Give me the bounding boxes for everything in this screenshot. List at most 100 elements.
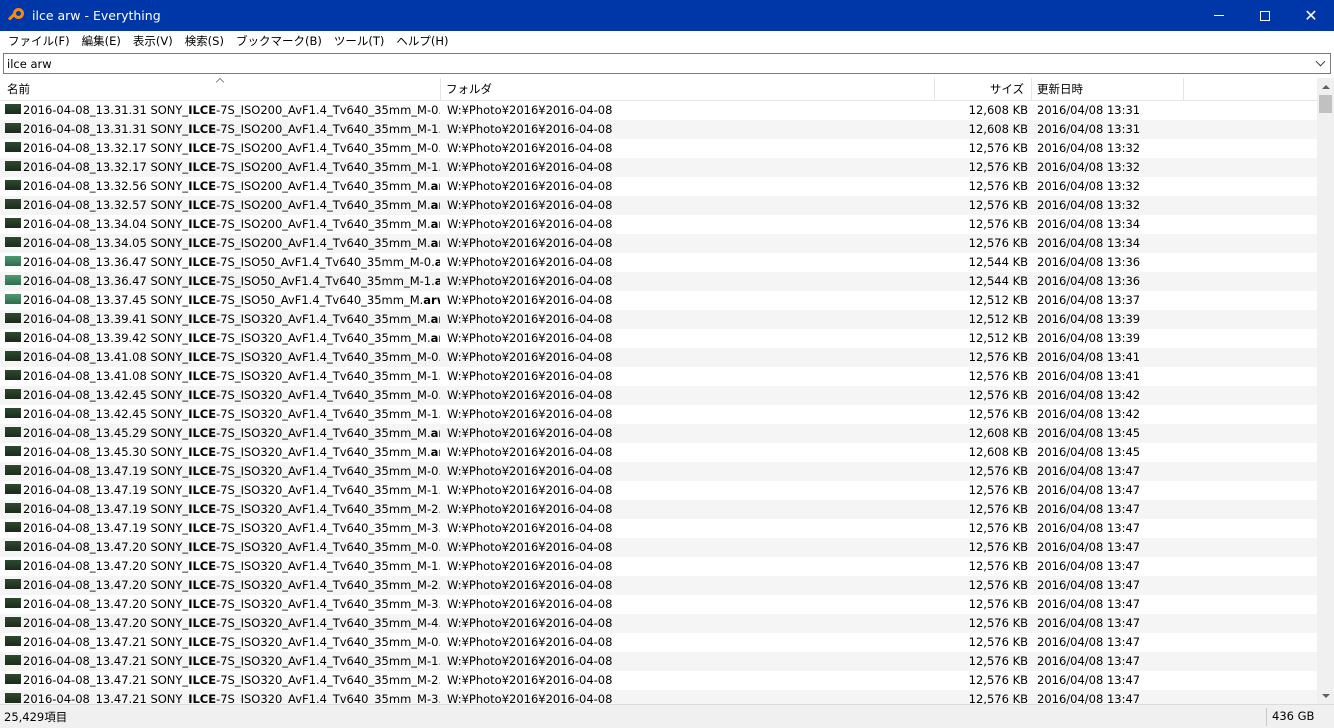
menu-bookmarks[interactable]: ブックマーク(B): [230, 33, 328, 49]
scroll-up-button[interactable]: [1317, 78, 1334, 95]
file-size: 12,576 KB: [968, 559, 1028, 573]
maximize-button[interactable]: [1242, 0, 1288, 31]
column-header-name[interactable]: 名前: [7, 78, 30, 101]
folder-path: W:¥Photo¥2016¥2016-04-08: [447, 160, 613, 174]
table-row[interactable]: 2016-04-08_13.39.42 SONY_ILCE-7S_ISO320_…: [0, 329, 1317, 348]
table-row[interactable]: 2016-04-08_13.47.21 SONY_ILCE-7S_ISO320_…: [0, 652, 1317, 671]
menu-search[interactable]: 検索(S): [179, 33, 230, 49]
folder-path: W:¥Photo¥2016¥2016-04-08: [447, 331, 613, 345]
file-size: 12,576 KB: [968, 502, 1028, 516]
search-input[interactable]: [4, 54, 1304, 73]
table-row[interactable]: 2016-04-08_13.36.47 SONY_ILCE-7S_ISO50_A…: [0, 253, 1317, 272]
table-row[interactable]: 2016-04-08_13.45.30 SONY_ILCE-7S_ISO320_…: [0, 443, 1317, 462]
table-row[interactable]: 2016-04-08_13.34.05 SONY_ILCE-7S_ISO200_…: [0, 234, 1317, 253]
table-row[interactable]: 2016-04-08_13.47.20 SONY_ILCE-7S_ISO320_…: [0, 538, 1317, 557]
file-name: 2016-04-08_13.32.57 SONY_ILCE-7S_ISO200_…: [23, 198, 440, 212]
arw-thumbnail-icon: [5, 313, 21, 323]
table-row[interactable]: 2016-04-08_13.47.19 SONY_ILCE-7S_ISO320_…: [0, 500, 1317, 519]
name-cell: 2016-04-08_13.39.41 SONY_ILCE-7S_ISO320_…: [0, 310, 440, 329]
table-row[interactable]: 2016-04-08_13.34.04 SONY_ILCE-7S_ISO200_…: [0, 215, 1317, 234]
table-row[interactable]: 2016-04-08_13.45.29 SONY_ILCE-7S_ISO320_…: [0, 424, 1317, 443]
menu-help[interactable]: ヘルプ(H): [390, 33, 454, 49]
folder-path: W:¥Photo¥2016¥2016-04-08: [447, 502, 613, 516]
minimize-button[interactable]: [1196, 0, 1242, 31]
name-cell: 2016-04-08_13.47.20 SONY_ILCE-7S_ISO320_…: [0, 538, 440, 557]
column-header-size[interactable]: サイズ: [935, 78, 1024, 101]
modified-date: 2016/04/08 13:42: [1037, 388, 1141, 402]
menu-view[interactable]: 表示(V): [127, 33, 179, 49]
menu-file[interactable]: ファイル(F): [2, 33, 76, 49]
table-row[interactable]: 2016-04-08_13.47.21 SONY_ILCE-7S_ISO320_…: [0, 671, 1317, 690]
file-size: 12,576 KB: [968, 483, 1028, 497]
table-row[interactable]: 2016-04-08_13.32.17 SONY_ILCE-7S_ISO200_…: [0, 158, 1317, 177]
search-history-dropdown[interactable]: [1313, 56, 1327, 71]
file-name: 2016-04-08_13.47.19 SONY_ILCE-7S_ISO320_…: [23, 502, 440, 516]
column-divider[interactable]: [1031, 78, 1032, 101]
close-button[interactable]: ✕: [1288, 0, 1334, 31]
table-row[interactable]: 2016-04-08_13.39.41 SONY_ILCE-7S_ISO320_…: [0, 310, 1317, 329]
file-name: 2016-04-08_13.39.42 SONY_ILCE-7S_ISO320_…: [23, 331, 440, 345]
table-row[interactable]: 2016-04-08_13.41.08 SONY_ILCE-7S_ISO320_…: [0, 367, 1317, 386]
file-size: 12,512 KB: [968, 293, 1028, 307]
file-name: 2016-04-08_13.31.31 SONY_ILCE-7S_ISO200_…: [23, 122, 440, 136]
table-row[interactable]: 2016-04-08_13.47.20 SONY_ILCE-7S_ISO320_…: [0, 595, 1317, 614]
column-divider[interactable]: [1183, 78, 1184, 101]
name-cell: 2016-04-08_13.47.21 SONY_ILCE-7S_ISO320_…: [0, 633, 440, 652]
arw-thumbnail-icon: [5, 541, 21, 551]
result-count: 25,429項目: [4, 710, 68, 724]
file-size: 12,544 KB: [968, 274, 1028, 288]
menu-tools[interactable]: ツール(T): [328, 33, 391, 49]
column-header-modified[interactable]: 更新日時: [1037, 78, 1083, 101]
table-row[interactable]: 2016-04-08_13.47.19 SONY_ILCE-7S_ISO320_…: [0, 519, 1317, 538]
scrollbar-thumb[interactable]: [1319, 95, 1332, 113]
table-row[interactable]: 2016-04-08_13.47.20 SONY_ILCE-7S_ISO320_…: [0, 576, 1317, 595]
arw-thumbnail-icon: [5, 408, 21, 418]
arw-thumbnail-icon: [5, 332, 21, 342]
table-row[interactable]: 2016-04-08_13.32.56 SONY_ILCE-7S_ISO200_…: [0, 177, 1317, 196]
arw-thumbnail-icon: [5, 142, 21, 152]
file-name: 2016-04-08_13.36.47 SONY_ILCE-7S_ISO50_A…: [23, 255, 440, 269]
table-row[interactable]: 2016-04-08_13.42.45 SONY_ILCE-7S_ISO320_…: [0, 405, 1317, 424]
vertical-scrollbar[interactable]: [1317, 78, 1334, 704]
name-cell: 2016-04-08_13.31.31 SONY_ILCE-7S_ISO200_…: [0, 101, 440, 120]
scroll-down-button[interactable]: [1317, 687, 1334, 704]
file-size: 12,576 KB: [968, 160, 1028, 174]
folder-path: W:¥Photo¥2016¥2016-04-08: [447, 616, 613, 630]
modified-date: 2016/04/08 13:36: [1037, 255, 1141, 269]
file-name: 2016-04-08_13.47.20 SONY_ILCE-7S_ISO320_…: [23, 597, 440, 611]
folder-path: W:¥Photo¥2016¥2016-04-08: [447, 578, 613, 592]
file-name: 2016-04-08_13.42.45 SONY_ILCE-7S_ISO320_…: [23, 407, 440, 421]
arrow-up-icon: [1321, 84, 1330, 89]
table-row[interactable]: 2016-04-08_13.47.19 SONY_ILCE-7S_ISO320_…: [0, 462, 1317, 481]
name-cell: 2016-04-08_13.47.20 SONY_ILCE-7S_ISO320_…: [0, 595, 440, 614]
table-row[interactable]: 2016-04-08_13.47.20 SONY_ILCE-7S_ISO320_…: [0, 557, 1317, 576]
table-row[interactable]: 2016-04-08_13.42.45 SONY_ILCE-7S_ISO320_…: [0, 386, 1317, 405]
table-row[interactable]: 2016-04-08_13.31.31 SONY_ILCE-7S_ISO200_…: [0, 120, 1317, 139]
table-row[interactable]: 2016-04-08_13.47.21 SONY_ILCE-7S_ISO320_…: [0, 690, 1317, 704]
title-bar: ilce arw - Everything ✕: [0, 0, 1334, 31]
folder-path: W:¥Photo¥2016¥2016-04-08: [447, 597, 613, 611]
file-name: 2016-04-08_13.36.47 SONY_ILCE-7S_ISO50_A…: [23, 274, 440, 288]
column-divider[interactable]: [440, 78, 441, 101]
name-cell: 2016-04-08_13.45.29 SONY_ILCE-7S_ISO320_…: [0, 424, 440, 443]
folder-path: W:¥Photo¥2016¥2016-04-08: [447, 179, 613, 193]
table-row[interactable]: 2016-04-08_13.31.31 SONY_ILCE-7S_ISO200_…: [0, 101, 1317, 120]
file-size: 12,576 KB: [968, 654, 1028, 668]
column-header-folder[interactable]: フォルダ: [446, 78, 492, 101]
table-row[interactable]: 2016-04-08_13.47.21 SONY_ILCE-7S_ISO320_…: [0, 633, 1317, 652]
table-row[interactable]: 2016-04-08_13.32.17 SONY_ILCE-7S_ISO200_…: [0, 139, 1317, 158]
status-bar: 25,429項目 436 GB: [0, 704, 1334, 728]
table-row[interactable]: 2016-04-08_13.37.45 SONY_ILCE-7S_ISO50_A…: [0, 291, 1317, 310]
table-row[interactable]: 2016-04-08_13.41.08 SONY_ILCE-7S_ISO320_…: [0, 348, 1317, 367]
name-cell: 2016-04-08_13.47.21 SONY_ILCE-7S_ISO320_…: [0, 652, 440, 671]
table-row[interactable]: 2016-04-08_13.32.57 SONY_ILCE-7S_ISO200_…: [0, 196, 1317, 215]
table-row[interactable]: 2016-04-08_13.47.19 SONY_ILCE-7S_ISO320_…: [0, 481, 1317, 500]
modified-date: 2016/04/08 13:32: [1037, 198, 1141, 212]
file-name: 2016-04-08_13.47.20 SONY_ILCE-7S_ISO320_…: [23, 578, 440, 592]
modified-date: 2016/04/08 13:36: [1037, 274, 1141, 288]
table-row[interactable]: 2016-04-08_13.36.47 SONY_ILCE-7S_ISO50_A…: [0, 272, 1317, 291]
menu-edit[interactable]: 編集(E): [76, 33, 127, 49]
window-title: ilce arw - Everything: [32, 8, 161, 23]
modified-date: 2016/04/08 13:34: [1037, 236, 1141, 250]
table-row[interactable]: 2016-04-08_13.47.20 SONY_ILCE-7S_ISO320_…: [0, 614, 1317, 633]
